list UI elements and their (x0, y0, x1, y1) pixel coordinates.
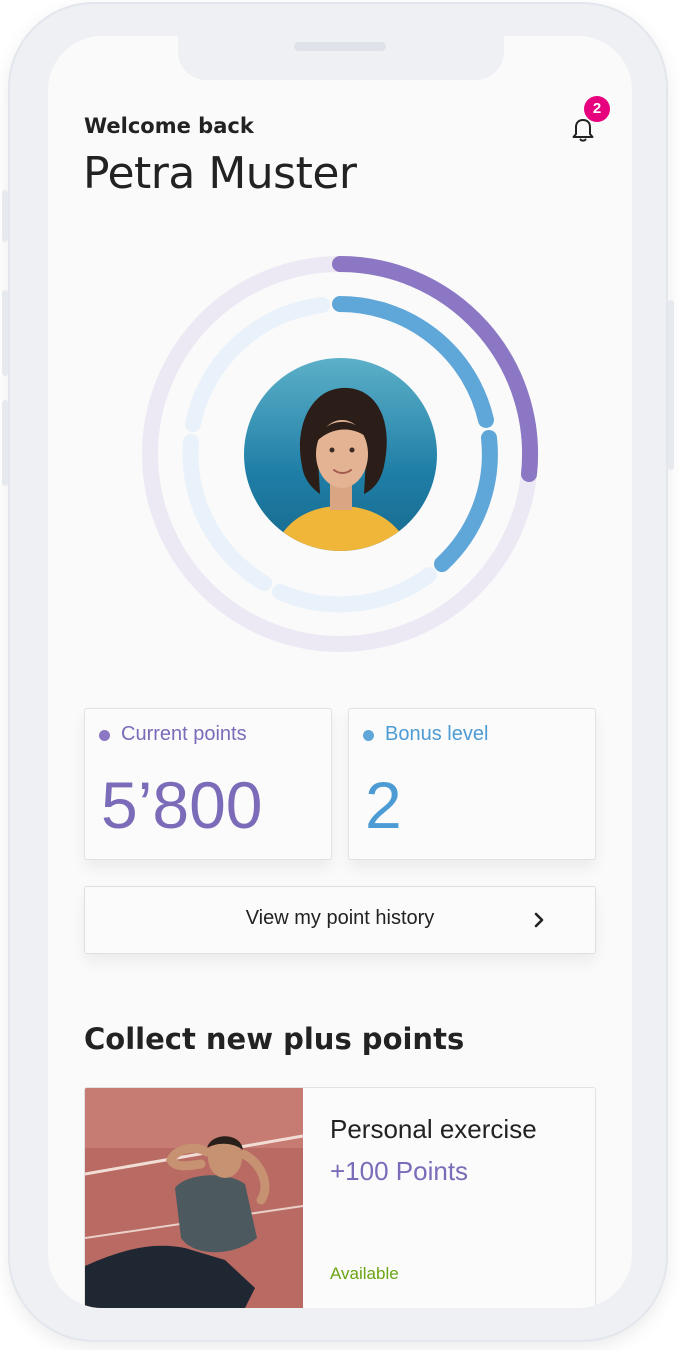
greeting: Welcome back (84, 114, 254, 138)
app-screen: Welcome back Petra Muster 2 Current poin… (48, 36, 632, 1308)
bonus-level-card: Bonus level 2 (348, 708, 596, 860)
bonus-level-dot (363, 730, 374, 741)
section-title: Collect new plus points (84, 1022, 465, 1056)
current-points-value: 5’800 (101, 768, 263, 842)
phone-notch (178, 36, 504, 80)
notification-badge: 2 (584, 96, 610, 122)
offer-status: Available (330, 1264, 399, 1283)
phone-power-button (668, 300, 674, 470)
view-point-history-label: View my point history (245, 907, 435, 929)
current-points-card: Current points 5’800 (84, 708, 332, 860)
exercise-photo (85, 1088, 303, 1308)
user-name: Petra Muster (83, 148, 357, 199)
phone-side-button (2, 190, 8, 242)
offer-points: +100 Points (330, 1156, 469, 1186)
view-point-history-button[interactable]: View my point history (84, 886, 596, 954)
phone-volume-up-button (2, 290, 8, 376)
avatar-photo (244, 358, 437, 551)
current-points-dot (99, 730, 110, 741)
offer-card[interactable]: Personal exercise +100 Points Available (84, 1087, 596, 1308)
bonus-level-label: Bonus level (385, 723, 489, 745)
current-points-label: Current points (121, 723, 247, 745)
chevron-right-icon (534, 912, 544, 928)
bonus-level-value: 2 (365, 768, 402, 842)
phone-speaker (294, 42, 386, 51)
offer-title: Personal exercise (330, 1114, 537, 1144)
phone-volume-down-button (2, 400, 8, 486)
user-avatar[interactable] (244, 358, 437, 551)
